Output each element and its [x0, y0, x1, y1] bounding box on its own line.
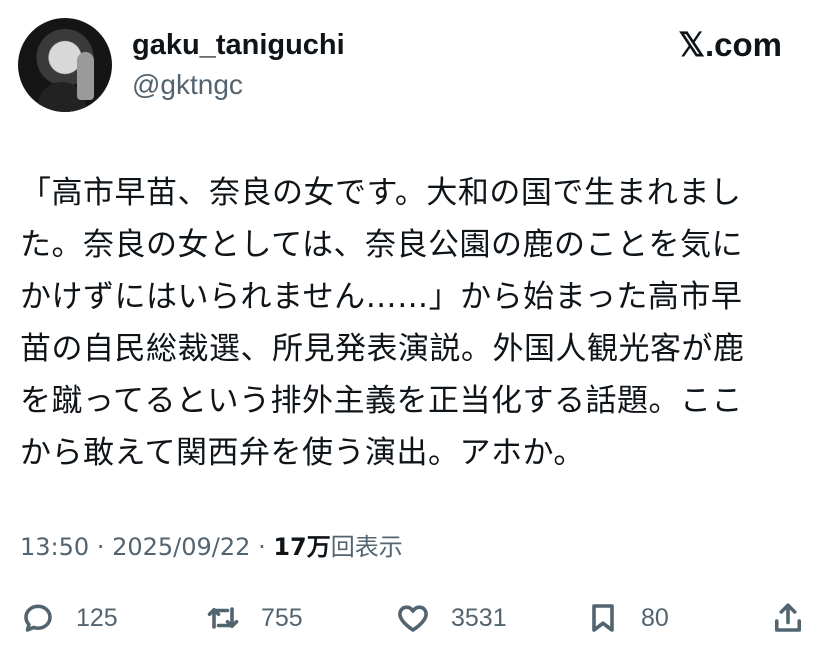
- bookmark-icon: [592, 604, 614, 632]
- share-button[interactable]: [770, 598, 806, 638]
- bookmark-button[interactable]: 80: [585, 598, 669, 638]
- x-logo: 𝕏.com: [678, 26, 782, 63]
- reply-icon: [24, 604, 52, 632]
- reply-button[interactable]: 125: [20, 598, 118, 638]
- avatar[interactable]: [18, 18, 112, 112]
- views-label: 回表示: [330, 533, 403, 561]
- repost-icon: [207, 607, 239, 629]
- meta-separator: ·: [258, 533, 266, 561]
- tweet-text: 「高市早苗、奈良の女です。大和の国で生まれまし た。奈良の女としては、奈良公園の鹿…: [20, 167, 810, 479]
- share-icon: [774, 603, 802, 632]
- tweet-line: た。奈良の女としては、奈良公園の鹿のことを気に: [20, 227, 743, 263]
- tweet-line: 「高市早苗、奈良の女です。大和の国で生まれまし: [20, 175, 742, 211]
- tweet-line: を蹴ってるという排外主義を正当化する話題。ここ: [20, 383, 743, 419]
- tweet-meta: 13:50 · 2025/09/22 · 17万回表示: [20, 531, 403, 563]
- tweet-line: から敢えて関西弁を使う演出。アホか。: [20, 435, 585, 471]
- author-display-name[interactable]: gaku_taniguchi: [132, 28, 345, 62]
- avatar-hand: [77, 52, 94, 100]
- tweet-time[interactable]: 13:50: [20, 533, 89, 561]
- repost-count: 755: [261, 603, 303, 632]
- tweet-actions: 125 755 3531 80: [20, 598, 810, 638]
- author-handle[interactable]: @gktngc: [132, 68, 243, 102]
- tweet-line: 苗の自民総裁選、所見発表演説。外国人観光客が鹿: [20, 331, 745, 367]
- bookmark-count: 80: [641, 603, 669, 632]
- reply-count: 125: [76, 603, 118, 632]
- heart-icon: [398, 605, 428, 632]
- tweet-line: かけずにはいられません……」から始まった高市早: [20, 279, 743, 315]
- like-button[interactable]: 3531: [395, 598, 507, 638]
- views-count: 17万: [273, 533, 331, 561]
- meta-separator: ·: [96, 533, 105, 561]
- tweet-date[interactable]: 2025/09/22: [112, 533, 250, 561]
- like-count: 3531: [451, 603, 507, 632]
- repost-button[interactable]: 755: [205, 598, 303, 638]
